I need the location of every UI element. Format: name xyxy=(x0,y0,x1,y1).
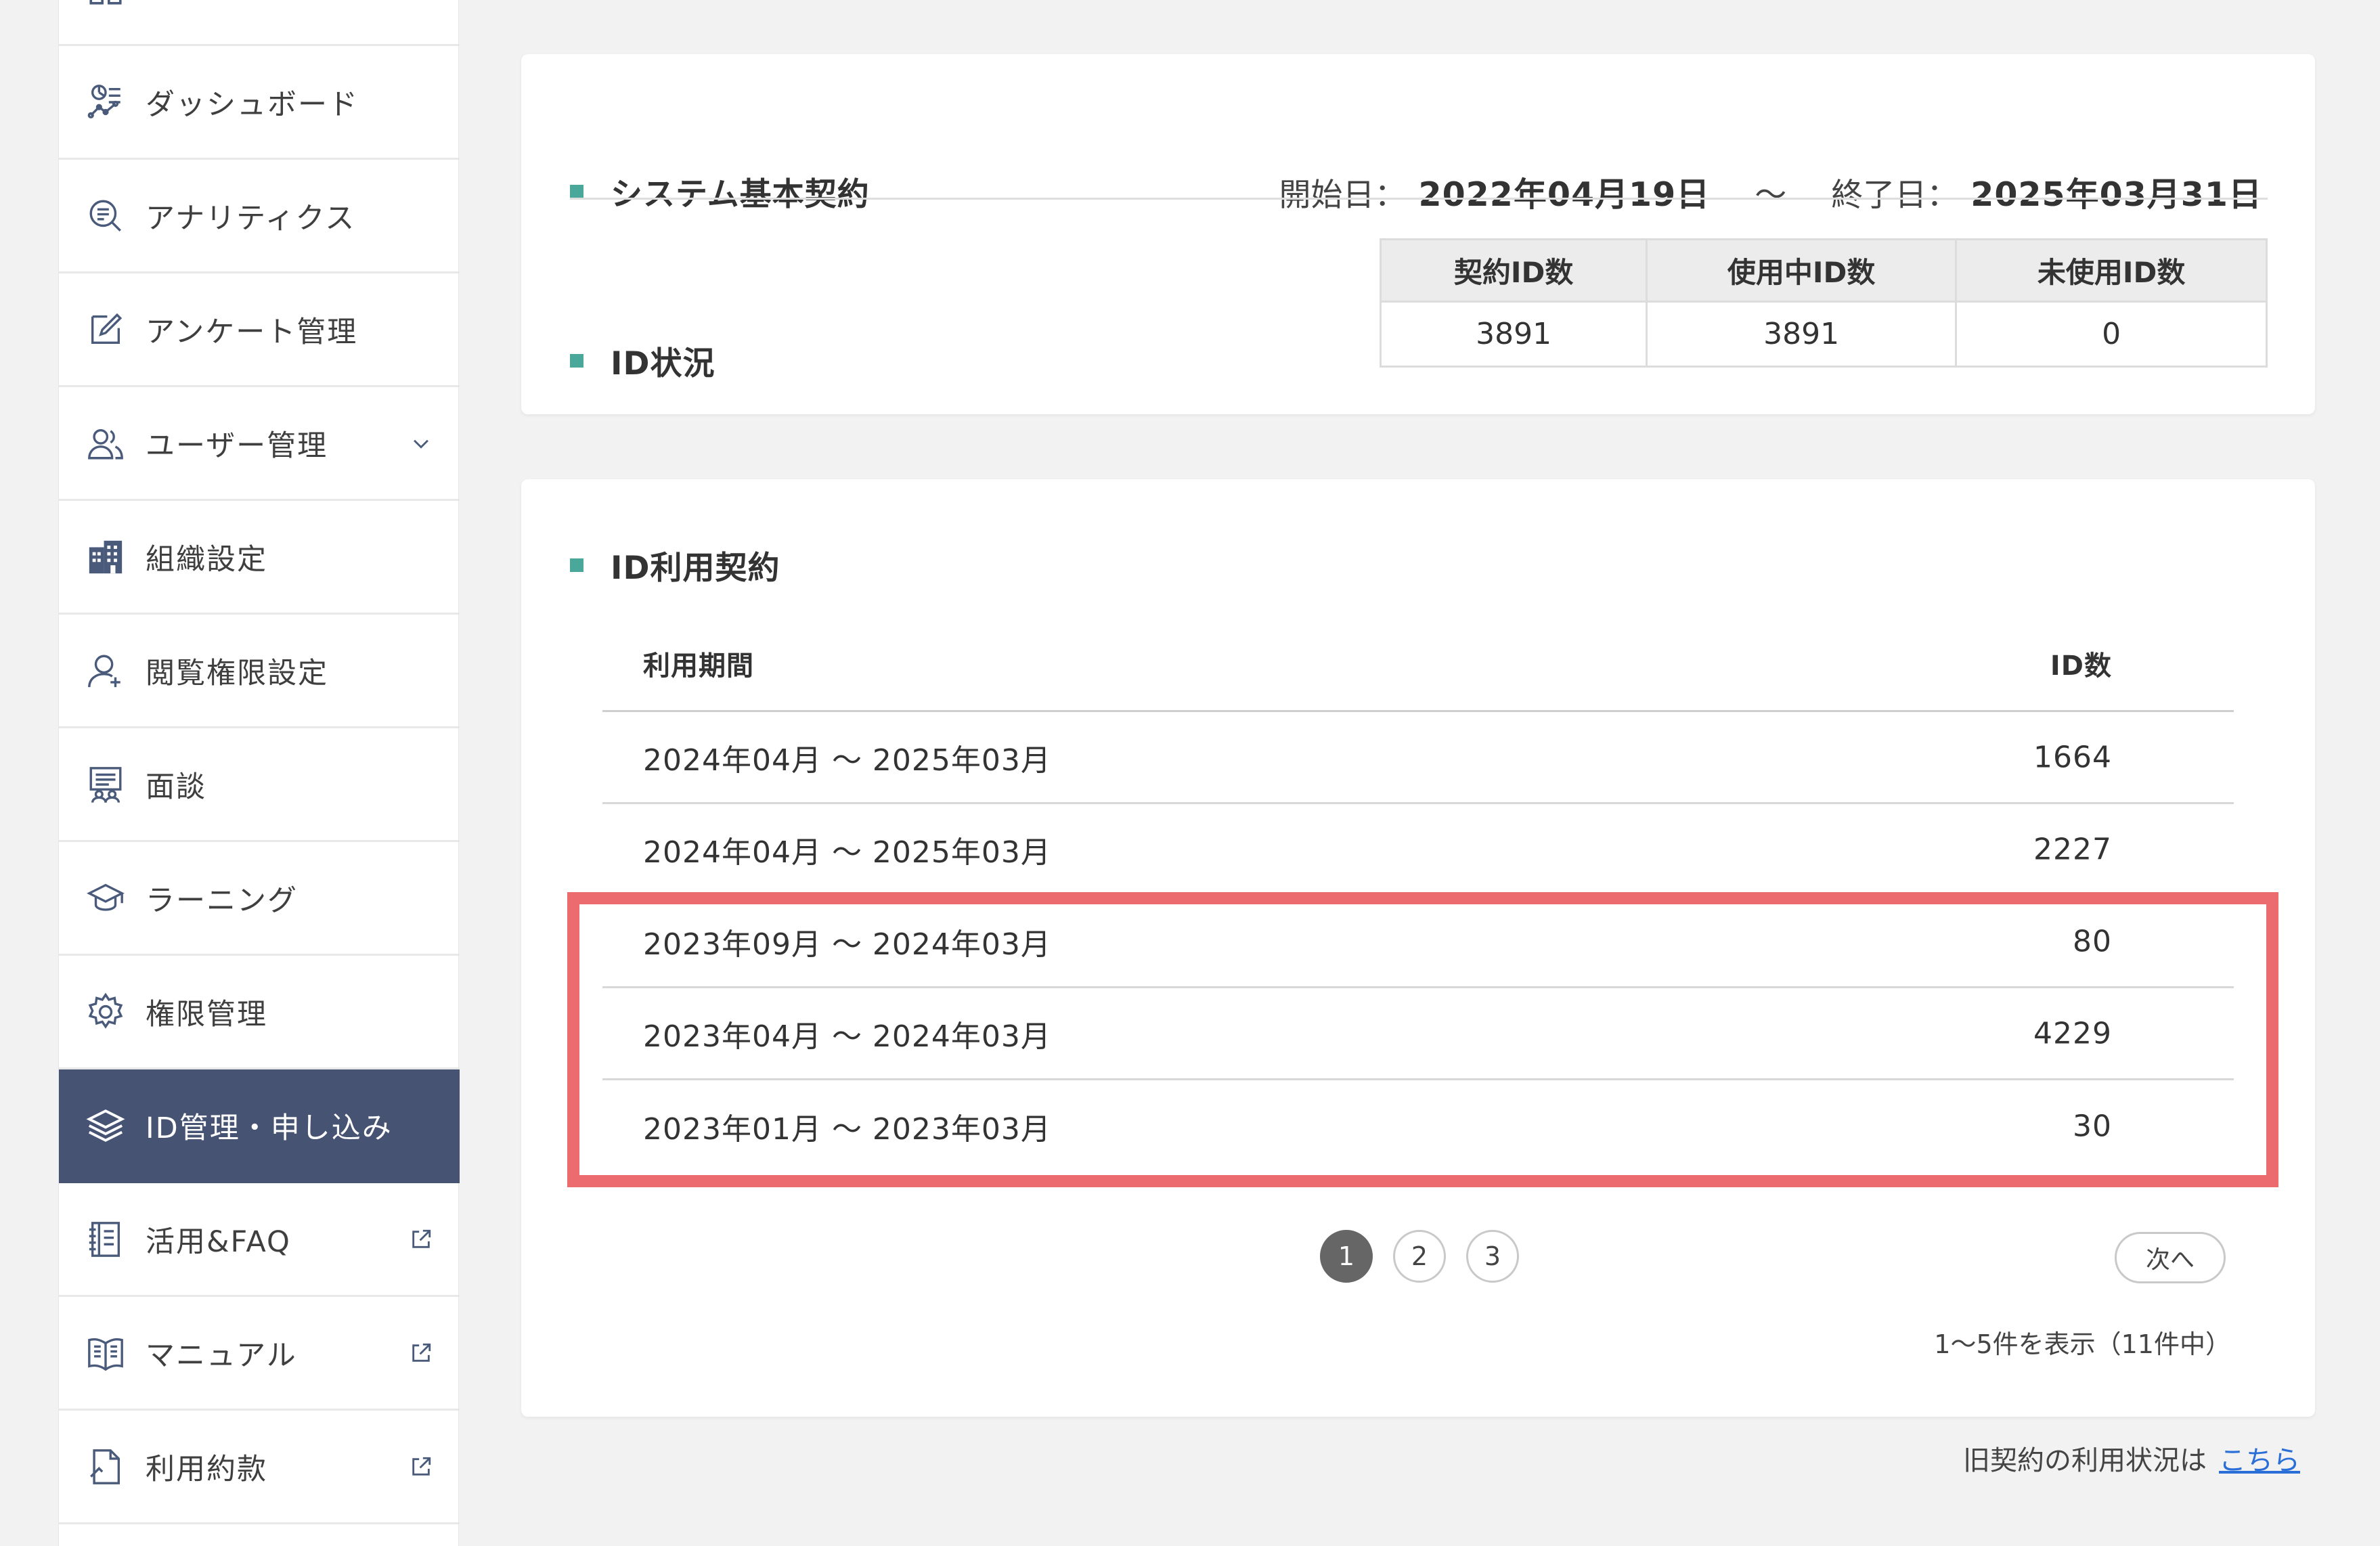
sidebar-item-id-management[interactable]: ID管理・申し込み xyxy=(59,1069,460,1183)
contract-title: システム基本契約 xyxy=(570,168,870,215)
layers-icon xyxy=(86,1106,125,1145)
sidebar-item-analytics[interactable]: アナリティクス xyxy=(59,160,460,273)
edit-icon xyxy=(86,310,125,349)
section-marker xyxy=(570,558,583,572)
sidebar-item-dashboard[interactable]: ダッシュボード xyxy=(59,46,460,160)
contract-dates: 開始日： 2022年04月19日 〜 終了日： 2025年03月31日 xyxy=(1279,168,2262,216)
sidebar-item-label: 活用&FAQ xyxy=(146,1224,291,1259)
sidebar-item-users[interactable]: ユーザー管理 xyxy=(59,387,460,501)
sidebar-item-label: マニュアル xyxy=(146,1338,297,1373)
used-id-count-value: 3891 xyxy=(1646,301,1958,368)
sidebar-item-permissions[interactable]: 権限管理 xyxy=(59,956,460,1069)
sidebar-item-label: ダッシュボード xyxy=(146,87,359,122)
sidebar-item-top[interactable] xyxy=(59,0,460,46)
id-count-column-header: ID数 xyxy=(2050,650,2112,682)
usage-table-header: 利用期間 ID数 xyxy=(602,616,2234,712)
unused-id-count-header: 未使用ID数 xyxy=(1955,238,2268,303)
document-icon xyxy=(86,1447,125,1486)
sidebar-item-terms[interactable]: 利用約款 xyxy=(59,1411,460,1524)
old-contract-text: 旧契約の利用状況は xyxy=(1963,1445,2207,1476)
notebook-icon xyxy=(86,1220,125,1259)
sidebar-item-label: 権限管理 xyxy=(146,997,267,1032)
dashboard-icon xyxy=(86,83,125,122)
page-button-3[interactable]: 3 xyxy=(1466,1230,1519,1283)
id-count-cell: 30 xyxy=(2073,1109,2112,1144)
next-button[interactable]: 次へ xyxy=(2115,1232,2226,1283)
sidebar-item-label: 閲覧権限設定 xyxy=(146,656,328,690)
period-cell: 2023年09月 〜 2024年03月 xyxy=(643,927,1051,962)
gear-icon xyxy=(86,992,125,1032)
table-row: 2023年09月 〜 2024年03月 80 xyxy=(602,896,2234,988)
building-icon xyxy=(86,537,125,577)
pagination: 1 2 3 xyxy=(1320,1230,1519,1283)
sidebar-item-label: 組織設定 xyxy=(146,542,267,577)
old-contract-note: 旧契約の利用状況は こちら xyxy=(1963,1438,2300,1478)
id-count-cell: 1664 xyxy=(2033,740,2112,774)
contract-card: システム基本契約 開始日： 2022年04月19日 〜 終了日： 2025年03… xyxy=(521,54,2315,414)
contract-id-count-value: 3891 xyxy=(1379,301,1648,368)
external-link-icon xyxy=(410,1455,433,1478)
period-cell: 2023年04月 〜 2024年03月 xyxy=(643,1019,1051,1054)
period-cell: 2024年04月 〜 2025年03月 xyxy=(643,835,1051,870)
external-link-icon xyxy=(410,1342,433,1365)
table-row: 2023年04月 〜 2024年03月 4229 xyxy=(602,988,2234,1080)
result-summary: 1〜5件を表示（11件中） xyxy=(1934,1329,2231,1359)
table-row: 2024年04月 〜 2025年03月 2227 xyxy=(602,804,2234,896)
graduation-cap-icon xyxy=(86,879,125,918)
section-marker xyxy=(570,353,583,368)
chevron-down-icon[interactable] xyxy=(410,432,433,455)
sidebar-item-interview[interactable]: 面談 xyxy=(59,728,460,842)
period-cell: 2023年01月 〜 2023年03月 xyxy=(643,1112,1051,1147)
start-date-label: 開始日： xyxy=(1279,177,1407,214)
sidebar-item-faq[interactable]: 活用&FAQ xyxy=(59,1183,460,1297)
sidebar-item-manual[interactable]: マニュアル xyxy=(59,1297,460,1411)
page-button-2[interactable]: 2 xyxy=(1393,1230,1446,1283)
section-marker xyxy=(570,184,583,198)
sidebar-item-label: ID管理・申し込み xyxy=(146,1111,393,1145)
period-cell: 2024年04月 〜 2025年03月 xyxy=(643,743,1051,778)
sidebar-item-label: アンケート管理 xyxy=(146,315,358,349)
table-row: 2024年04月 〜 2025年03月 1664 xyxy=(602,712,2234,804)
page-button-1[interactable]: 1 xyxy=(1320,1230,1373,1283)
id-status-title: ID状況 xyxy=(570,337,715,384)
end-date-value: 2025年03月31日 xyxy=(1970,175,2262,214)
users-icon xyxy=(86,424,125,463)
divider xyxy=(570,198,2268,200)
user-permission-icon xyxy=(86,651,125,690)
sidebar-item-label: ユーザー管理 xyxy=(146,428,328,463)
id-count-cell: 80 xyxy=(2073,924,2112,958)
interview-icon xyxy=(86,765,125,804)
start-date-value: 2022年04月19日 xyxy=(1418,175,1711,214)
sidebar-item-survey[interactable]: アンケート管理 xyxy=(59,273,460,387)
external-link-icon xyxy=(410,1228,433,1251)
unused-id-count-value: 0 xyxy=(1955,301,2268,368)
date-range-separator: 〜 xyxy=(1755,177,1787,214)
sidebar-item-label: 利用約款 xyxy=(146,1452,267,1486)
analytics-search-icon xyxy=(86,196,125,236)
used-id-count-header: 使用中ID数 xyxy=(1646,238,1958,303)
sidebar-item-label: アナリティクス xyxy=(146,201,356,236)
id-count-cell: 2227 xyxy=(2033,832,2112,866)
sidebar-item-label: 面談 xyxy=(146,770,206,804)
id-count-cell: 4229 xyxy=(2033,1016,2112,1051)
sidebar-item-learning[interactable]: ラーニング xyxy=(59,842,460,956)
id-usage-title: ID利用契約 xyxy=(570,542,780,588)
contract-id-count-header: 契約ID数 xyxy=(1379,238,1648,303)
end-date-label: 終了日： xyxy=(1831,177,1959,214)
sidebar-item-organization[interactable]: 組織設定 xyxy=(59,501,460,615)
id-status-table: 契約ID数 使用中ID数 未使用ID数 3891 3891 0 xyxy=(1379,238,2268,368)
grid-icon xyxy=(86,0,125,8)
sidebar-item-label: ラーニング xyxy=(146,883,298,918)
sidebar: ダッシュボード アナリティクス アンケート管理 ユーザー管理 組織設定 閲覧権限… xyxy=(58,0,460,1546)
sidebar-item-view-permissions[interactable]: 閲覧権限設定 xyxy=(59,615,460,728)
period-column-header: 利用期間 xyxy=(643,650,754,682)
old-contract-link[interactable]: こちら xyxy=(2219,1438,2300,1478)
table-row: 2023年01月 〜 2023年03月 30 xyxy=(602,1080,2234,1172)
book-icon xyxy=(86,1333,125,1373)
